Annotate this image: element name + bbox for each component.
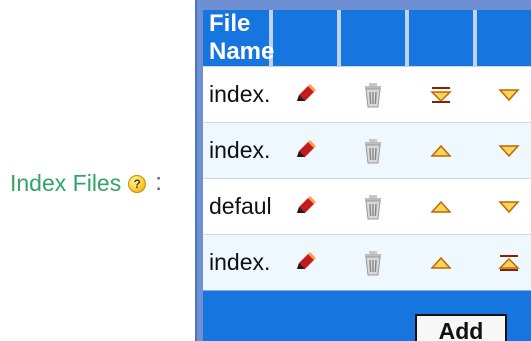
file-name-index-html: index.html — [203, 66, 271, 123]
file-name-header: File Name — [203, 10, 274, 67]
trash-icon[interactable] — [361, 193, 385, 221]
order-cell — [475, 66, 531, 123]
help-icon[interactable]: ? — [128, 174, 147, 193]
table-footer-row: Add — [203, 290, 531, 341]
order-column-header — [475, 10, 531, 67]
move-down-icon[interactable] — [495, 140, 523, 162]
move-cell — [407, 178, 475, 235]
file-name-index-htm: index.htm — [203, 122, 271, 179]
index-files-text: Index Files — [10, 170, 122, 196]
index-files-table: File Name index.html — [203, 10, 531, 341]
move-column-header — [407, 10, 477, 67]
move-down-icon[interactable] — [495, 84, 523, 106]
index-files-table-frame: File Name index.html — [195, 0, 531, 341]
index-file-row-index-html: index.html — [203, 66, 531, 123]
move-bottom-icon[interactable] — [495, 252, 523, 274]
index-files-settings: Index Files ? : File Name index.html — [0, 0, 531, 341]
edit-cell — [271, 234, 339, 291]
pencil-icon[interactable] — [293, 195, 317, 219]
index-files-label: Index Files ? : — [10, 170, 162, 196]
edit-column-header — [271, 10, 341, 67]
table-header-row: File Name — [203, 10, 531, 67]
trash-icon[interactable] — [361, 81, 385, 109]
edit-cell — [271, 178, 339, 235]
index-file-row-index-py: index.py — [203, 234, 531, 291]
delete-cell — [339, 178, 407, 235]
trash-icon[interactable] — [361, 137, 385, 165]
delete-cell — [339, 66, 407, 123]
file-name-index-py: index.py — [203, 234, 271, 291]
move-cell — [407, 234, 475, 291]
move-up-icon[interactable] — [427, 196, 455, 218]
help-symbol: ? — [133, 176, 141, 191]
trash-icon[interactable] — [361, 249, 385, 277]
delete-cell — [339, 122, 407, 179]
move-cell — [407, 122, 475, 179]
order-cell — [475, 122, 531, 179]
pencil-icon[interactable] — [293, 251, 317, 275]
add-index-file-button[interactable]: Add — [415, 313, 507, 341]
edit-cell — [271, 122, 339, 179]
label-colon: : — [155, 169, 162, 196]
order-cell — [475, 234, 531, 291]
move-top-icon[interactable] — [427, 84, 455, 106]
add-row-cell: Add — [203, 290, 531, 341]
index-file-row-default-aspx: default.aspx — [203, 178, 531, 235]
edit-cell — [271, 66, 339, 123]
delete-column-header — [339, 10, 409, 67]
index-file-row-index-htm: index.htm — [203, 122, 531, 179]
pencil-icon[interactable] — [293, 139, 317, 163]
move-cell — [407, 66, 475, 123]
pencil-icon[interactable] — [293, 83, 317, 107]
move-up-icon[interactable] — [427, 252, 455, 274]
file-name-default-aspx: default.aspx — [203, 178, 271, 235]
move-down-icon[interactable] — [495, 196, 523, 218]
move-up-icon[interactable] — [427, 140, 455, 162]
delete-cell — [339, 234, 407, 291]
order-cell — [475, 178, 531, 235]
